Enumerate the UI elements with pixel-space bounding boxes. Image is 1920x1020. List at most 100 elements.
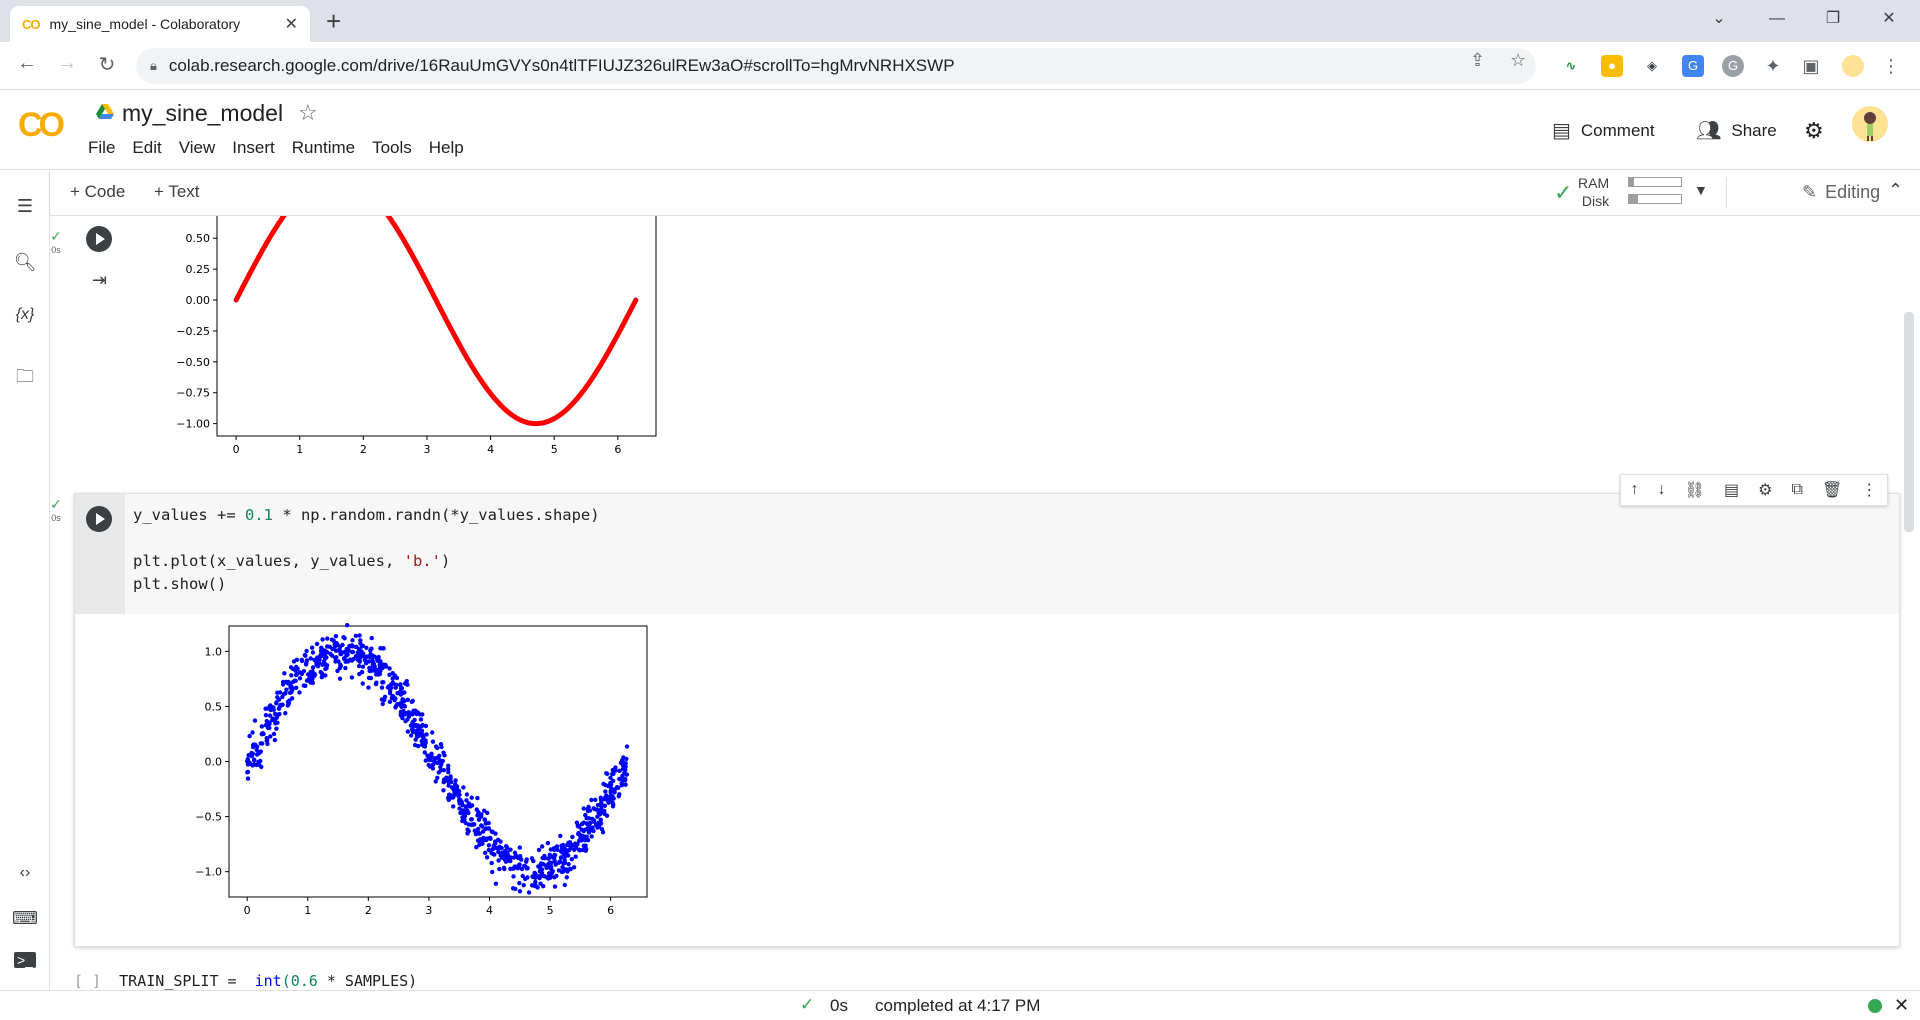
extension-yellow-icon[interactable]: ● [1601, 55, 1623, 77]
scatter-point [287, 690, 293, 695]
menu-tools[interactable]: Tools [372, 138, 412, 158]
bookmark-star-icon[interactable]: ☆ [1510, 50, 1526, 71]
side-panel-icon[interactable]: ▣ [1800, 55, 1822, 77]
runtime-dropdown-icon[interactable]: ▼ [1694, 182, 1708, 198]
editing-mode-button[interactable]: ✎ Editing [1802, 182, 1880, 203]
add-comment-icon[interactable]: ▤ [1724, 480, 1739, 500]
scatter-point [398, 702, 404, 708]
scatter-point [562, 882, 567, 888]
profile-avatar-icon[interactable] [1842, 55, 1864, 77]
run-code-cell-button[interactable] [86, 506, 112, 532]
scatter-point [318, 669, 323, 675]
completion-status[interactable]: completed at 4:17 PM [875, 996, 1040, 1016]
scatter-point [540, 873, 545, 878]
scatter-point [529, 856, 535, 861]
more-options-icon[interactable]: ⋮ [1861, 480, 1877, 500]
scatter-point [602, 803, 608, 808]
share-button[interactable]: 👥︎ Share [1696, 118, 1777, 143]
menu-help[interactable]: Help [429, 138, 464, 158]
move-down-icon[interactable]: ↓ [1658, 481, 1666, 499]
scatter-point [380, 646, 385, 651]
scatter-point [252, 718, 258, 723]
scatter-point [247, 733, 252, 739]
url-field[interactable]: 🔒︎ colab.research.google.com/drive/16Rau… [136, 48, 1536, 84]
grammarly-icon[interactable]: G [1722, 55, 1744, 77]
google-translate-icon[interactable]: G [1682, 55, 1704, 77]
star-icon[interactable]: ☆ [298, 100, 318, 126]
scatter-point [268, 734, 273, 739]
share-page-icon[interactable]: ⇪ [1470, 50, 1485, 71]
tab-search-icon[interactable]: ⌄ [1696, 6, 1742, 32]
scatter-point [446, 763, 451, 768]
add-text-button[interactable]: + Text [154, 182, 200, 202]
scatter-point [394, 675, 400, 681]
address-bar: ← → ↻ 🔒︎ colab.research.google.com/drive… [0, 42, 1920, 90]
menu-file[interactable]: File [88, 138, 115, 158]
extension-activity-icon[interactable]: ∿ [1560, 55, 1582, 77]
command-palette-icon[interactable]: ⌨ [12, 908, 38, 929]
files-folder-icon[interactable]: 🗀 [12, 364, 38, 394]
code-line-3: plt.plot(x_values, y_values, 'b.') [133, 552, 451, 570]
close-tab-icon[interactable]: ✕ [285, 14, 298, 34]
table-of-contents-icon[interactable]: ☰ [12, 196, 38, 217]
scatter-point [459, 799, 464, 805]
terminal-icon[interactable]: >_ [14, 952, 36, 968]
scatter-point [461, 785, 466, 790]
settings-gear-icon[interactable]: ⚙ [1804, 118, 1824, 144]
scatter-point [400, 698, 405, 704]
minimize-icon[interactable]: — [1754, 6, 1800, 32]
menu-runtime[interactable]: Runtime [292, 138, 355, 158]
link-icon[interactable]: ⛓ [1685, 480, 1705, 500]
scatter-point [357, 659, 363, 664]
scatter-point [341, 656, 347, 661]
next-code-cell[interactable]: [ ] TRAIN_SPLIT = int(0.6 * SAMPLES) [74, 972, 417, 990]
comment-button[interactable]: ▤ Comment [1552, 118, 1655, 143]
browser-menu-icon[interactable]: ⋮ [1880, 55, 1902, 77]
scatter-point [512, 864, 517, 869]
menu-view[interactable]: View [179, 138, 216, 158]
output-actions-icon[interactable]: ⇥ [92, 270, 107, 291]
extension-mask-icon[interactable]: ◈ [1641, 55, 1663, 77]
avatar[interactable] [1852, 106, 1888, 142]
scatter-point [432, 756, 438, 761]
variables-icon[interactable]: {x} [12, 306, 38, 324]
scatter-point [301, 683, 306, 688]
code-editor[interactable]: y_values += 0.1 * np.random.randn(*y_val… [125, 494, 1899, 614]
extensions-puzzle-icon[interactable]: ✦ [1762, 55, 1784, 77]
run-cell-button[interactable] [86, 226, 112, 252]
scatter-point [433, 779, 438, 784]
notebook-title[interactable]: my_sine_model [122, 100, 283, 127]
resource-labels[interactable]: RAM Disk [1578, 174, 1609, 210]
code-snippets-icon[interactable]: ‹› [12, 864, 38, 882]
mirror-cell-icon[interactable]: ⧉ [1792, 481, 1803, 499]
reload-icon[interactable]: ↻ [92, 52, 122, 77]
browser-tab[interactable]: CO my_sine_model - Colaboratory ✕ [10, 6, 310, 42]
connection-status-dot [1868, 999, 1882, 1013]
back-icon[interactable]: ← [12, 52, 42, 75]
code-cell[interactable]: y_values += 0.1 * np.random.randn(*y_val… [74, 493, 1900, 947]
scatter-point [606, 783, 611, 789]
restore-icon[interactable]: ❐ [1810, 6, 1856, 32]
content-scrollbar[interactable] [1904, 312, 1914, 532]
collapse-header-icon[interactable]: ⌃ [1888, 180, 1903, 201]
scatter-point [513, 886, 518, 892]
colab-logo[interactable]: CO [18, 106, 65, 145]
forward-icon[interactable]: → [52, 52, 82, 75]
scatter-point [358, 638, 363, 643]
new-tab-icon[interactable]: + [326, 8, 341, 34]
scatter-point [360, 664, 366, 669]
scatter-point [393, 704, 399, 709]
scatter-point [620, 759, 625, 765]
delete-cell-icon[interactable]: 🗑︎ [1822, 480, 1842, 500]
y-tick-label: 0.0 [205, 756, 223, 769]
menu-insert[interactable]: Insert [232, 138, 275, 158]
cell-settings-icon[interactable]: ⚙ [1758, 480, 1772, 500]
window-close-icon[interactable]: ✕ [1866, 6, 1912, 32]
search-icon[interactable]: 🔍︎ [12, 252, 38, 273]
menu-edit[interactable]: Edit [132, 138, 161, 158]
scatter-point [310, 680, 315, 686]
move-up-icon[interactable]: ↑ [1631, 481, 1639, 499]
scatter-point [263, 723, 268, 728]
add-code-button[interactable]: + Code [70, 182, 125, 202]
close-status-icon[interactable]: ✕ [1894, 995, 1909, 1016]
